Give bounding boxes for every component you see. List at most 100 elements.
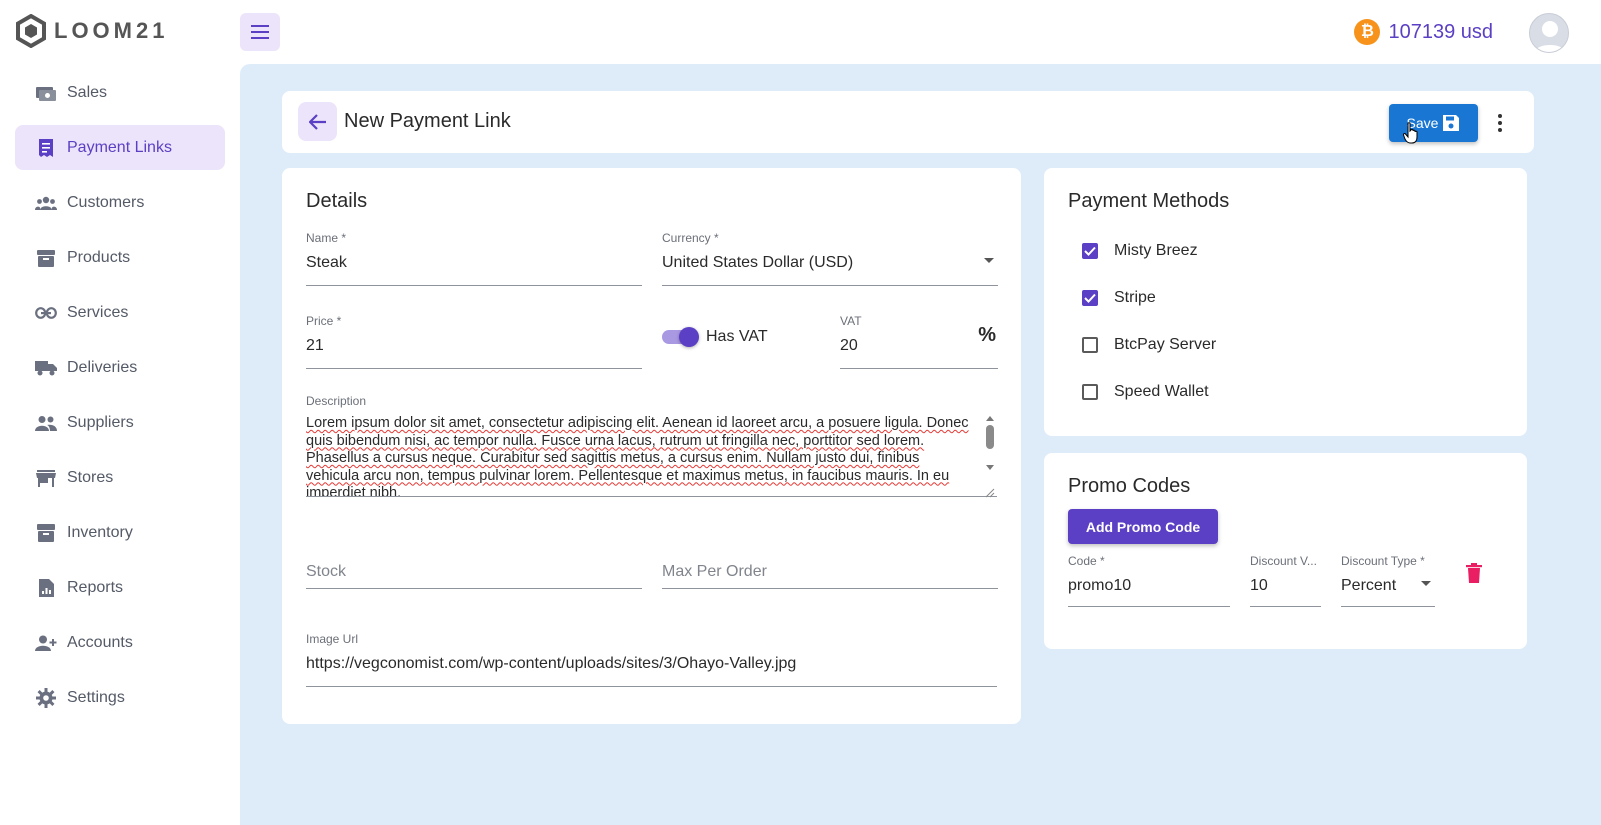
payment-methods-card: Payment Methods Misty Breez Stripe BtcPa… (1044, 168, 1527, 436)
resize-handle-icon[interactable] (985, 488, 995, 498)
discount-value-field[interactable]: Discount V... 10 (1250, 554, 1321, 607)
sidebar-item-deliveries[interactable]: Deliveries (15, 345, 225, 390)
sidebar-item-customers[interactable]: Customers (15, 180, 225, 225)
payment-method-label: Stripe (1114, 289, 1156, 306)
sidebar-item-label: Deliveries (67, 358, 138, 376)
hamburger-icon (251, 25, 269, 39)
toggle-track[interactable] (662, 327, 699, 347)
back-button[interactable] (298, 102, 337, 141)
save-button[interactable]: Save (1389, 104, 1478, 142)
balance-amount: 107139 usd (1388, 20, 1493, 43)
app-logo[interactable]: LOOM21 (14, 14, 168, 48)
receipt-icon (35, 137, 57, 159)
groups-icon (35, 192, 57, 214)
add-promo-code-button[interactable]: Add Promo Code (1068, 509, 1218, 544)
sidebar-item-label: Payment Links (67, 138, 172, 156)
vat-input[interactable]: 20 (840, 329, 998, 369)
discount-value-label: Discount V... (1250, 554, 1317, 568)
image-url-field[interactable]: Image Url https://vegconomist.com/wp-con… (306, 632, 997, 687)
promo-codes-title: Promo Codes (1068, 475, 1191, 497)
price-input[interactable]: 21 (306, 329, 642, 369)
balance-display: ₿ 107139 usd (1354, 19, 1493, 45)
chevron-down-icon (984, 258, 994, 263)
truck-icon (35, 357, 57, 379)
checkbox-checked[interactable] (1082, 243, 1098, 259)
delete-promo-button[interactable] (1466, 563, 1482, 588)
promo-code-field[interactable]: Code * promo10 (1068, 554, 1230, 607)
sidebar-item-products[interactable]: Products (15, 235, 225, 280)
sidebar-item-suppliers[interactable]: Suppliers (15, 400, 225, 445)
sidebar-item-stores[interactable]: Stores (15, 455, 225, 500)
percent-icon: % (978, 324, 996, 346)
max-per-order-input[interactable]: Max Per Order (662, 550, 998, 589)
promo-code-input[interactable]: promo10 (1068, 569, 1230, 607)
sidebar-item-label: Settings (67, 688, 125, 706)
checkbox-unchecked[interactable] (1082, 337, 1098, 353)
currency-select[interactable]: Currency * United States Dollar (USD) (662, 231, 998, 286)
person-add-icon (35, 632, 57, 654)
check-icon (1084, 293, 1096, 303)
sidebar-item-payment-links[interactable]: Payment Links (15, 125, 225, 170)
name-input[interactable]: Steak (306, 246, 642, 286)
sidebar-item-sales[interactable]: Sales (15, 70, 225, 115)
user-avatar[interactable] (1529, 13, 1569, 53)
logo-icon (16, 14, 46, 48)
discount-type-select[interactable]: Discount Type * Percent (1341, 554, 1435, 607)
payment-method-misty-breez[interactable]: Misty Breez (1082, 242, 1198, 260)
sidebar-item-label: Accounts (67, 633, 133, 651)
has-vat-toggle[interactable]: Has VAT (662, 327, 768, 347)
stock-field[interactable]: Stock (306, 550, 642, 589)
scroll-thumb[interactable] (986, 425, 994, 449)
currency-value[interactable]: United States Dollar (USD) (662, 246, 998, 286)
sidebar: Sales Payment Links Customers Products S… (0, 70, 240, 730)
description-scrollbar[interactable] (985, 416, 995, 478)
check-icon (1084, 246, 1096, 256)
sidebar-item-inventory[interactable]: Inventory (15, 510, 225, 555)
currency-label: Currency * (662, 231, 719, 245)
payment-method-btcpay-server[interactable]: BtcPay Server (1082, 336, 1216, 354)
sidebar-item-label: Reports (67, 578, 124, 596)
stock-input[interactable]: Stock (306, 550, 642, 589)
price-field[interactable]: Price * 21 (306, 314, 642, 369)
sidebar-item-services[interactable]: Services (15, 290, 225, 335)
more-options-button[interactable] (1490, 111, 1510, 135)
scroll-up-icon[interactable] (986, 416, 994, 421)
sidebar-item-accounts[interactable]: Accounts (15, 620, 225, 665)
logo-text: LOOM21 (54, 18, 169, 43)
payment-method-label: BtcPay Server (1114, 336, 1217, 353)
gear-icon (35, 687, 57, 709)
description-textarea[interactable]: Lorem ipsum dolor sit amet, consectetur … (306, 409, 997, 497)
scroll-down-icon[interactable] (986, 465, 994, 470)
promo-codes-card: Promo Codes Add Promo Code Code * promo1… (1044, 453, 1527, 649)
people-icon (35, 412, 57, 434)
link-icon (35, 302, 57, 324)
sidebar-item-settings[interactable]: Settings (15, 675, 225, 720)
floppy-disk-icon (1443, 115, 1460, 131)
payment-method-stripe[interactable]: Stripe (1082, 289, 1156, 307)
details-title: Details (306, 190, 368, 212)
checkbox-checked[interactable] (1082, 290, 1098, 306)
discount-type-value[interactable]: Percent (1341, 569, 1435, 607)
checkbox-unchecked[interactable] (1082, 384, 1098, 400)
description-field[interactable]: Description Lorem ipsum dolor sit amet, … (306, 394, 997, 498)
sidebar-item-label: Customers (67, 193, 145, 211)
page-header: New Payment Link Save (282, 91, 1534, 153)
payment-method-speed-wallet[interactable]: Speed Wallet (1082, 383, 1209, 401)
store-icon (35, 467, 57, 489)
sidebar-item-reports[interactable]: Reports (15, 565, 225, 610)
name-field[interactable]: Name * Steak (306, 231, 642, 286)
payment-method-label: Speed Wallet (1114, 383, 1209, 400)
payment-methods-title: Payment Methods (1068, 190, 1230, 212)
max-per-order-field[interactable]: Max Per Order (662, 550, 998, 589)
price-label: Price * (306, 314, 342, 328)
chevron-down-icon (1421, 581, 1431, 586)
dot-icon (1498, 128, 1502, 132)
vat-field[interactable]: VAT 20 % (840, 314, 998, 369)
description-label: Description (306, 394, 367, 408)
image-url-input[interactable]: https://vegconomist.com/wp-content/uploa… (306, 647, 997, 687)
discount-type-label: Discount Type * (1341, 554, 1425, 568)
payment-method-label: Misty Breez (1114, 242, 1198, 259)
menu-toggle-button[interactable] (240, 13, 280, 51)
discount-value-input[interactable]: 10 (1250, 569, 1321, 607)
promo-code-label: Code * (1068, 554, 1105, 568)
